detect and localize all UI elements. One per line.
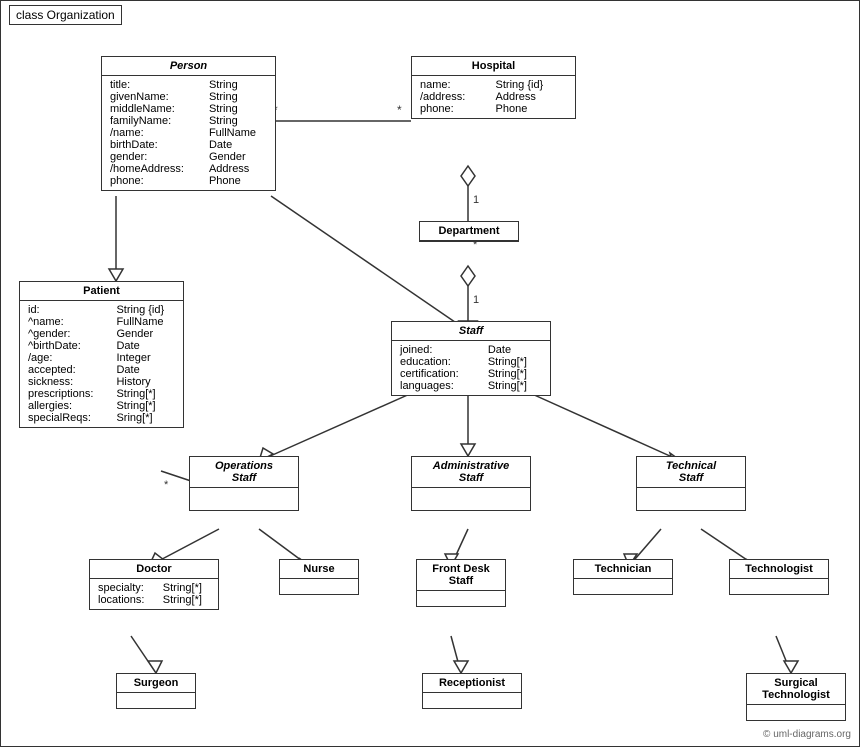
class-technologist-title: Technologist [730,560,828,579]
class-surgeon: Surgeon [116,673,196,709]
class-receptionist-title: Receptionist [423,674,521,693]
svg-text:*: * [164,479,169,491]
class-nurse-title: Nurse [280,560,358,579]
class-administrative-staff: AdministrativeStaff [411,456,531,511]
svg-text:1: 1 [473,294,479,306]
class-surgical-technologist: SurgicalTechnologist [746,673,846,721]
class-surgical-technologist-title: SurgicalTechnologist [747,674,845,705]
class-person: Person title:String givenName:String mid… [101,56,276,191]
class-person-body: title:String givenName:String middleName… [102,76,275,190]
class-patient: Patient id:String {id} ^name:FullName ^g… [19,281,184,428]
class-staff-title: Staff [392,322,550,341]
copyright: © uml-diagrams.org [763,729,851,740]
class-front-desk-staff-title: Front DeskStaff [417,560,505,591]
class-person-title: Person [102,57,275,76]
class-patient-body: id:String {id} ^name:FullName ^gender:Ge… [20,301,183,427]
class-technologist: Technologist [729,559,829,595]
diagram-container: class Organization * * 1 * 1 * * * [0,0,860,747]
class-patient-title: Patient [20,282,183,301]
class-receptionist: Receptionist [422,673,522,709]
class-technical-staff-title: TechnicalStaff [637,457,745,488]
svg-text:1: 1 [473,194,479,206]
class-nurse: Nurse [279,559,359,595]
class-technician-title: Technician [574,560,672,579]
class-operations-staff: OperationsStaff [189,456,299,511]
diagram-title: class Organization [9,5,122,25]
class-doctor-title: Doctor [90,560,218,579]
class-hospital-body: name:String {id} /address:Address phone:… [412,76,575,118]
class-department-title: Department [420,222,518,241]
svg-text:*: * [397,103,402,117]
class-front-desk-staff: Front DeskStaff [416,559,506,607]
class-technical-staff: TechnicalStaff [636,456,746,511]
class-hospital: Hospital name:String {id} /address:Addre… [411,56,576,119]
class-doctor-body: specialty:String[*] locations:String[*] [90,579,218,609]
class-hospital-title: Hospital [412,57,575,76]
class-staff-body: joined:Date education:String[*] certific… [392,341,550,395]
class-administrative-staff-title: AdministrativeStaff [412,457,530,488]
class-doctor: Doctor specialty:String[*] locations:Str… [89,559,219,610]
class-surgeon-title: Surgeon [117,674,195,693]
class-technician: Technician [573,559,673,595]
class-operations-staff-title: OperationsStaff [190,457,298,488]
class-department: Department [419,221,519,242]
class-staff: Staff joined:Date education:String[*] ce… [391,321,551,396]
